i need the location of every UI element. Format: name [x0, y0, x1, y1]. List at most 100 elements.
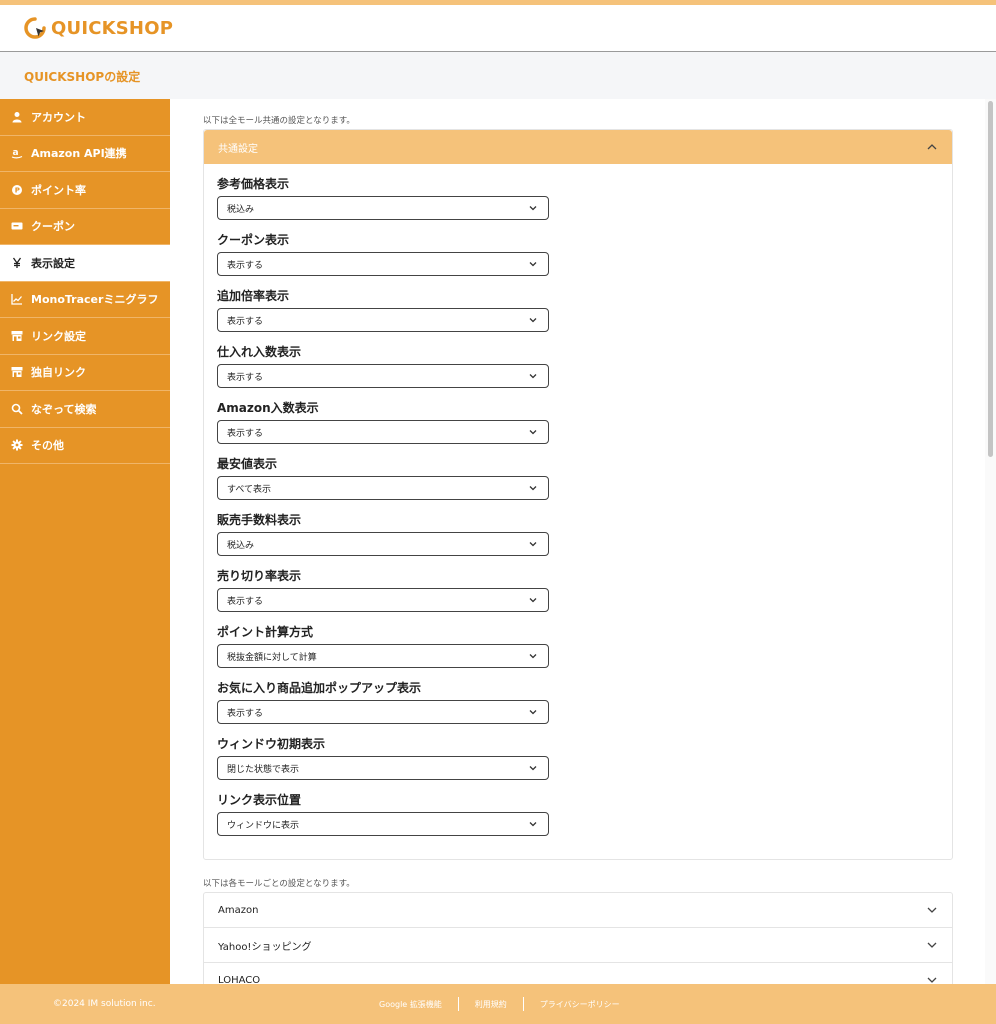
sidebar-item-label: ポイント率 [31, 183, 86, 197]
field-lowest-price: 最安値表示 すべて表示 [217, 457, 549, 500]
sidebar-item-custom-link[interactable]: 独自リンク [0, 355, 170, 391]
select-value: 表示する [227, 372, 264, 383]
field-sell-through-rate: 売り切り率表示 表示する [217, 569, 549, 612]
chevron-down-icon [529, 598, 537, 603]
field-coupon-display: クーポン表示 表示する [217, 233, 549, 276]
common-settings-header[interactable]: 共通設定 [204, 130, 952, 164]
sidebar-item-trace-search[interactable]: なぞって検索 [0, 391, 170, 428]
sidebar-item-label: リンク設定 [31, 329, 86, 343]
accordion-lohaco[interactable]: LOHACO [204, 963, 952, 984]
select-value: 税込み [227, 204, 255, 215]
lowest-price-select[interactable]: すべて表示 [217, 476, 549, 500]
field-label: ウィンドウ初期表示 [217, 737, 326, 751]
page-title-bar: QUICKSHOPの設定 [0, 53, 996, 99]
field-point-calculation: ポイント計算方式 税抜金額に対して計算 [217, 625, 549, 668]
select-value: 表示する [227, 260, 264, 271]
field-label: 最安値表示 [217, 457, 278, 471]
sidebar-item-monotracer[interactable]: MonoTracerミニグラフ [0, 282, 170, 318]
search-icon [11, 403, 23, 415]
sidebar-item-label: アカウント [31, 110, 86, 124]
sell-through-rate-select[interactable]: 表示する [217, 588, 549, 612]
sidebar-item-display-settings[interactable]: 表示設定 [0, 245, 170, 282]
sidebar-item-label: クーポン [31, 220, 75, 234]
sidebar-item-coupon[interactable]: クーポン [0, 209, 170, 245]
purchase-quantity-select[interactable]: 表示する [217, 364, 549, 388]
chevron-down-icon [529, 374, 537, 379]
scrollbar-thumb[interactable] [988, 101, 993, 457]
quickshop-logo-icon [24, 17, 46, 39]
field-amazon-quantity: Amazon入数表示 表示する [217, 401, 549, 444]
accordion-amazon[interactable]: Amazon [204, 893, 952, 928]
field-label: リンク表示位置 [217, 793, 302, 807]
field-reference-price: 参考価格表示 税込み [217, 177, 549, 220]
coupon-icon [11, 220, 23, 232]
sidebar-item-label: 独自リンク [31, 366, 86, 380]
accordion-label: Amazon [218, 904, 259, 916]
sidebar-item-amazon-api[interactable]: a Amazon API連携 [0, 136, 170, 172]
sidebar-item-link-settings[interactable]: リンク設定 [0, 318, 170, 355]
field-label: クーポン表示 [217, 233, 290, 247]
common-settings-card: 共通設定 参考価格表示 税込み クーポン表示 表示する 追加倍率表示 表示する [203, 129, 953, 860]
field-label: Amazon入数表示 [217, 401, 319, 415]
field-label: 参考価格表示 [217, 177, 290, 191]
extra-multiplier-select[interactable]: 表示する [217, 308, 549, 332]
sidebar-item-label: MonoTracerミニグラフ [31, 293, 159, 307]
field-label: 仕入れ入数表示 [217, 345, 302, 359]
point-icon: P [11, 184, 23, 196]
chevron-down-icon [529, 542, 537, 547]
field-label: お気に入り商品追加ポップアップ表示 [217, 681, 422, 695]
chevron-down-icon [529, 654, 537, 659]
select-value: ウィンドウに表示 [227, 820, 300, 831]
sidebar-item-label: その他 [31, 439, 64, 453]
link-position-select[interactable]: ウィンドウに表示 [217, 812, 549, 836]
point-calculation-select[interactable]: 税抜金額に対して計算 [217, 644, 549, 668]
sidebar-item-label: なぞって検索 [31, 402, 97, 416]
amazon-quantity-select[interactable]: 表示する [217, 420, 549, 444]
sales-fee-select[interactable]: 税込み [217, 532, 549, 556]
sidebar-item-point-rate[interactable]: P ポイント率 [0, 172, 170, 209]
sidebar: アカウント a Amazon API連携 P ポイント率 クーポン 表示設定 M… [0, 99, 170, 984]
footer-link-terms[interactable]: 利用規約 [459, 999, 523, 1010]
chevron-down-icon [927, 907, 937, 913]
select-value: 表示する [227, 316, 264, 327]
gear-icon [11, 439, 23, 451]
chevron-down-icon [529, 430, 537, 435]
window-initial-select[interactable]: 閉じた状態で表示 [217, 756, 549, 780]
coupon-display-select[interactable]: 表示する [217, 252, 549, 276]
select-value: すべて表示 [227, 484, 272, 495]
footer-link-chrome-extension[interactable]: Google 拡張機能 [363, 999, 458, 1010]
accordion-label: LOHACO [218, 974, 261, 985]
select-value: 税抜金額に対して計算 [227, 652, 317, 663]
sidebar-item-other[interactable]: その他 [0, 428, 170, 464]
main-scrollbar[interactable] [985, 99, 996, 984]
sidebar-item-account[interactable]: アカウント [0, 99, 170, 136]
sidebar-item-label: 表示設定 [31, 256, 75, 270]
main-content: 以下は全モール共通の設定となります。 共通設定 参考価格表示 税込み クーポン表… [170, 99, 985, 984]
user-icon [11, 111, 23, 123]
store-icon [11, 330, 23, 342]
accordion-label: Yahoo!ショッピング [218, 941, 312, 953]
reference-price-select[interactable]: 税込み [217, 196, 549, 220]
field-link-position: リンク表示位置 ウィンドウに表示 [217, 793, 549, 836]
store-icon [11, 366, 23, 378]
field-label: 追加倍率表示 [217, 289, 290, 303]
footer-link-privacy[interactable]: プライバシーポリシー [524, 999, 636, 1010]
field-favorite-popup: お気に入り商品追加ポップアップ表示 表示する [217, 681, 549, 724]
select-value: 税込み [227, 540, 255, 551]
copyright: ©2024 IM solution inc. [53, 999, 156, 1009]
amazon-icon: a [11, 147, 23, 159]
accordion-yahoo-shopping[interactable]: Yahoo!ショッピング [204, 928, 952, 963]
chevron-down-icon [529, 486, 537, 491]
page-title: QUICKSHOPの設定 [24, 69, 141, 84]
chart-icon [11, 293, 23, 305]
select-value: 閉じた状態で表示 [227, 764, 300, 775]
mall-accordion: Amazon Yahoo!ショッピング LOHACO [203, 892, 953, 984]
favorite-popup-select[interactable]: 表示する [217, 700, 549, 724]
common-settings-title: 共通設定 [218, 143, 258, 155]
app-header: QUICKSHOP [0, 5, 996, 52]
mall-settings-note: 以下は各モールごとの設定となります。 [203, 879, 355, 889]
chevron-down-icon [529, 822, 537, 827]
field-window-initial: ウィンドウ初期表示 閉じた状態で表示 [217, 737, 549, 780]
select-value: 表示する [227, 708, 264, 719]
brand-name: QUICKSHOP [51, 17, 174, 39]
